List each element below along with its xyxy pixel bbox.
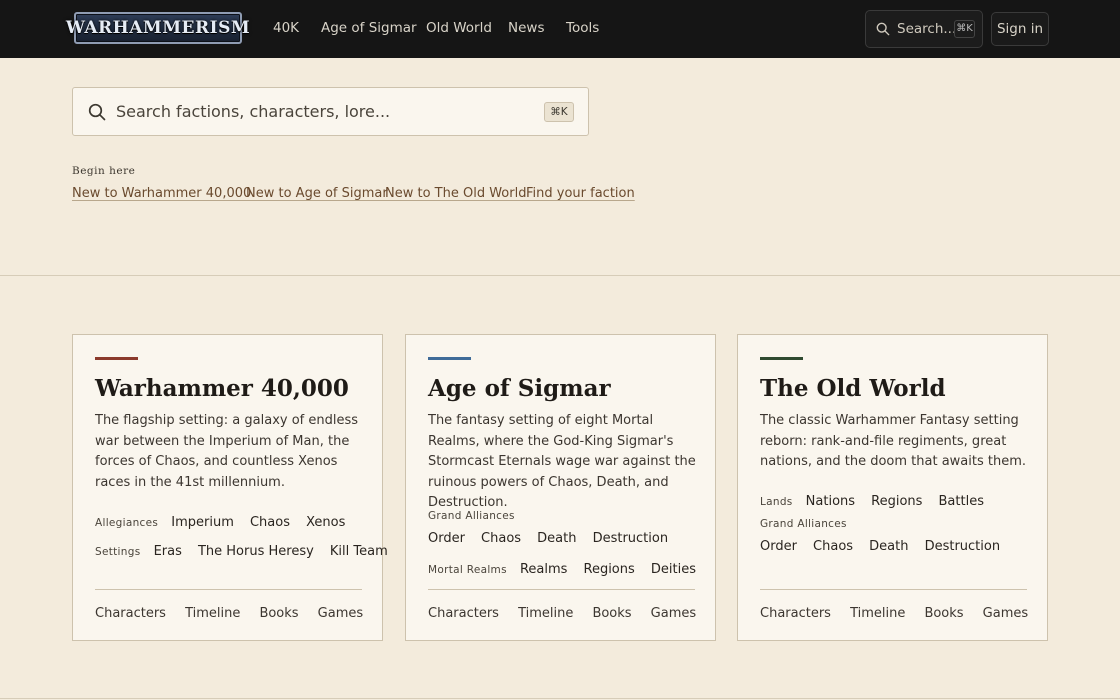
header-search-button[interactable]: Search... ⌘K — [865, 10, 983, 48]
site-logo-text: WARHAMMERISM — [65, 18, 251, 38]
tag-row-allegiances: Allegiances Imperium Chaos Xenos — [95, 511, 356, 530]
link-new-to-old-world[interactable]: New to The Old World — [385, 186, 526, 201]
footer-link-games[interactable]: Games — [318, 606, 363, 621]
link-find-your-faction[interactable]: Find your faction — [526, 186, 635, 201]
setting-card-warhammer-40k: Warhammer 40,000 The flagship setting: a… — [72, 334, 388, 641]
header-search-label: Search... — [897, 21, 957, 37]
begin-here-label: Begin here — [72, 165, 136, 177]
tag-link[interactable]: Nations — [806, 494, 855, 509]
nav-link-news[interactable]: News — [508, 20, 544, 36]
top-navigation-bar: WARHAMMERISM 40K Age of Sigmar Old World… — [0, 0, 1120, 58]
keyboard-shortcut-badge: ⌘K — [954, 20, 975, 38]
tag-link[interactable]: The Horus Heresy — [198, 544, 314, 559]
card-accent-bar — [428, 357, 471, 360]
tag-row-lands: Lands Nations Regions Battles — [760, 490, 995, 509]
footer-link-characters[interactable]: Characters — [95, 606, 166, 621]
nav-link-age-of-sigmar[interactable]: Age of Sigmar — [321, 20, 417, 36]
tag-row-mortal-realms: Mortal Realms Realms Regions Deities — [428, 558, 707, 577]
tag-row-label: Settings — [95, 546, 141, 558]
link-new-to-40k[interactable]: New to Warhammer 40,000 — [72, 186, 251, 201]
keyboard-shortcut-badge: ⌘K — [544, 102, 574, 122]
footer-link-characters[interactable]: Characters — [428, 606, 499, 621]
card-divider — [428, 589, 695, 590]
tag-link[interactable]: Realms — [520, 562, 567, 577]
tag-link[interactable]: Chaos — [250, 515, 290, 530]
card-footer-links: Characters Timeline Books Games — [95, 602, 377, 621]
card-title[interactable]: The Old World — [760, 375, 946, 402]
card-title[interactable]: Warhammer 40,000 — [95, 375, 349, 402]
footer-link-games[interactable]: Games — [983, 606, 1028, 621]
card-footer-links: Characters Timeline Books Games — [428, 602, 710, 621]
tag-link[interactable]: Chaos — [481, 531, 521, 546]
footer-link-characters[interactable]: Characters — [760, 606, 831, 621]
tag-link[interactable]: Death — [869, 539, 908, 554]
site-logo[interactable]: WARHAMMERISM — [66, 12, 250, 44]
link-new-to-age-of-sigmar[interactable]: New to Age of Sigmar — [246, 186, 388, 201]
card-divider — [760, 589, 1027, 590]
tag-row-label: Mortal Realms — [428, 564, 507, 576]
tag-link[interactable]: Death — [537, 531, 576, 546]
card-description: The classic Warhammer Fantasy setting re… — [760, 413, 1026, 469]
section-divider — [0, 698, 1120, 699]
setting-card-old-world: The Old World The classic Warhammer Fant… — [737, 334, 1048, 641]
footer-link-books[interactable]: Books — [259, 606, 298, 621]
tag-link[interactable]: Destruction — [925, 539, 1001, 554]
tag-link[interactable]: Kill Team — [330, 544, 388, 559]
tag-row-settings: Settings Eras The Horus Heresy Kill Team — [95, 540, 399, 559]
card-accent-bar — [760, 357, 803, 360]
tag-row-label: Lands — [760, 496, 793, 508]
card-footer-links: Characters Timeline Books Games — [760, 602, 1042, 621]
footer-link-games[interactable]: Games — [651, 606, 696, 621]
tag-row-label: Grand Alliances — [760, 518, 847, 530]
footer-link-books[interactable]: Books — [924, 606, 963, 621]
section-divider — [0, 275, 1120, 276]
search-icon — [876, 22, 890, 36]
tag-row-label: Allegiances — [95, 517, 159, 529]
tag-row-grand-alliances: Grand Alliances Order Chaos Death Destru… — [428, 510, 679, 546]
tag-link[interactable]: Order — [760, 539, 797, 554]
card-title[interactable]: Age of Sigmar — [428, 375, 611, 402]
sign-in-button[interactable]: Sign in — [991, 12, 1049, 46]
card-accent-bar — [95, 357, 138, 360]
nav-link-40k[interactable]: 40K — [273, 20, 299, 36]
tag-link[interactable]: Regions — [871, 494, 922, 509]
tag-link[interactable]: Imperium — [171, 515, 234, 530]
footer-link-timeline[interactable]: Timeline — [850, 606, 905, 621]
tag-link[interactable]: Order — [428, 531, 465, 546]
card-description: The flagship setting: a galaxy of endles… — [95, 413, 359, 490]
nav-link-old-world[interactable]: Old World — [426, 20, 492, 36]
footer-link-timeline[interactable]: Timeline — [518, 606, 573, 621]
tag-link[interactable]: Battles — [939, 494, 984, 509]
tag-link[interactable]: Eras — [154, 544, 182, 559]
nav-link-tools[interactable]: Tools — [566, 20, 599, 36]
search-placeholder: Search factions, characters, lore... — [116, 102, 391, 121]
tag-row-grand-alliances: Grand Alliances Order Chaos Death Destru… — [760, 518, 1011, 554]
tag-link[interactable]: Chaos — [813, 539, 853, 554]
tag-link[interactable]: Destruction — [593, 531, 669, 546]
tag-row-label: Grand Alliances — [428, 510, 515, 522]
search-icon — [88, 103, 106, 121]
tag-link[interactable]: Xenos — [306, 515, 345, 530]
card-description: The fantasy setting of eight Mortal Real… — [428, 413, 696, 510]
footer-link-timeline[interactable]: Timeline — [185, 606, 240, 621]
card-divider — [95, 589, 362, 590]
site-search-input[interactable]: Search factions, characters, lore... ⌘K — [72, 87, 589, 136]
tag-link[interactable]: Regions — [584, 562, 635, 577]
footer-link-books[interactable]: Books — [592, 606, 631, 621]
setting-card-age-of-sigmar: Age of Sigmar The fantasy setting of eig… — [405, 334, 716, 641]
tag-link[interactable]: Deities — [651, 562, 696, 577]
